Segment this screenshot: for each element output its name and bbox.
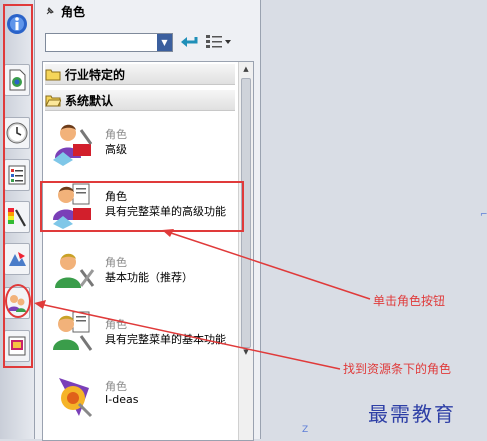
graphics-edge-mark: ⌐ (480, 210, 487, 220)
callout-click-role: 单击角色按钮 (373, 294, 446, 308)
axis-z-icon: Z (302, 425, 309, 435)
callout-find-role: 找到资源条下的角色 (343, 362, 452, 376)
watermark: 最需教育 (368, 402, 456, 426)
